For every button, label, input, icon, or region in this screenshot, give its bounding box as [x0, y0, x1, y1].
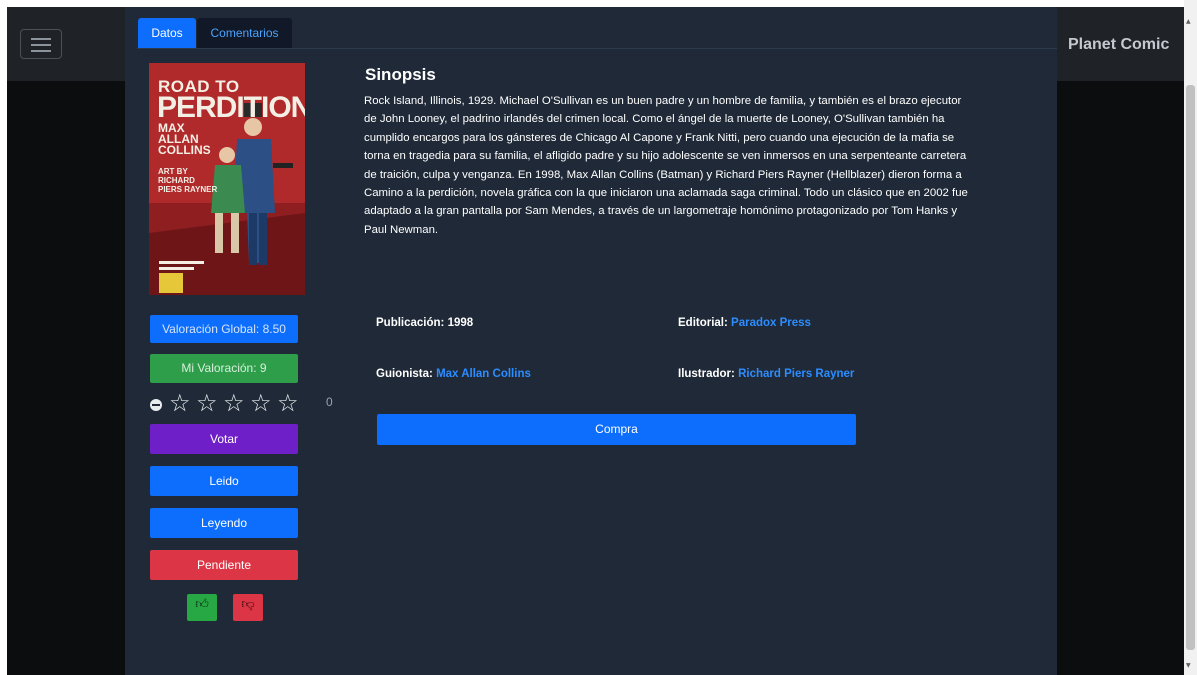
vote-button[interactable]: Votar	[150, 424, 298, 454]
cover-title-line2: PERDITION	[157, 91, 305, 124]
menu-icon-bar	[31, 44, 51, 46]
publication-label: Publicación: 1998	[376, 317, 474, 329]
star-icon-5[interactable]: ☆	[277, 391, 299, 415]
buy-button[interactable]: Compra	[377, 414, 856, 445]
menu-toggle-button[interactable]	[20, 29, 62, 59]
illustrator-info: Ilustrador: Richard Piers Rayner	[678, 368, 854, 380]
brand-logo[interactable]: Planet Comic	[1068, 36, 1169, 54]
writer-label: Guionista:	[376, 368, 433, 380]
comic-cover-image: ROAD TO PERDITION MAX ALLAN COLLINS ART …	[149, 63, 305, 295]
scroll-down-icon[interactable]: ▼	[1186, 662, 1191, 669]
page-scrollbar[interactable]: ▲ ▼	[1184, 0, 1197, 675]
star-icon-1[interactable]: ☆	[169, 391, 191, 415]
dislike-button[interactable]: 👎︎	[233, 594, 263, 621]
comic-detail-modal: Datos Comentarios ROAD TO PERDITION MAX …	[125, 7, 1057, 675]
publisher-link[interactable]: Paradox Press	[731, 317, 811, 329]
writer-info: Guionista: Max Allan Collins	[376, 368, 531, 380]
tabs-divider	[137, 48, 1057, 49]
reading-button[interactable]: Leyendo	[150, 508, 298, 538]
writer-link[interactable]: Max Allan Collins	[436, 368, 531, 380]
my-rating-button[interactable]: Mi Valoración: 9	[150, 354, 298, 383]
rating-count: 0	[326, 395, 333, 409]
thumbs-up-icon: 👍︎	[195, 597, 209, 612]
scroll-up-icon[interactable]: ▲	[1186, 18, 1191, 25]
clear-rating-icon[interactable]	[150, 399, 162, 411]
star-icon-3[interactable]: ☆	[223, 391, 245, 415]
star-icon-2[interactable]: ☆	[196, 391, 218, 415]
synopsis-text: Rock Island, Illinois, 1929. Michael O'S…	[364, 95, 968, 236]
read-button[interactable]: Leido	[150, 466, 298, 496]
global-rating-button[interactable]: Valoración Global: 8.50	[150, 315, 298, 343]
menu-icon	[31, 38, 51, 40]
menu-icon-bar	[31, 50, 51, 52]
star-icon-4[interactable]: ☆	[250, 391, 272, 415]
scrollbar-thumb[interactable]	[1186, 85, 1195, 650]
tab-datos[interactable]: Datos	[138, 18, 196, 48]
cover-author: MAX ALLAN COLLINS	[158, 121, 211, 157]
cover-artist: ART BY RICHARD PIERS RAYNER	[158, 167, 218, 194]
pending-button[interactable]: Pendiente	[150, 550, 298, 580]
thumbs-down-icon: 👎︎	[241, 597, 255, 612]
like-button[interactable]: 👍︎	[187, 594, 217, 621]
illustrator-label: Ilustrador:	[678, 368, 735, 380]
publisher-label: Editorial:	[678, 317, 728, 329]
publication-year: Publicación: 1998	[376, 317, 473, 329]
illustrator-link[interactable]: Richard Piers Rayner	[738, 368, 854, 380]
publisher-info: Editorial: Paradox Press	[678, 317, 811, 329]
tab-comentarios[interactable]: Comentarios	[197, 18, 292, 48]
synopsis-title: Sinopsis	[365, 65, 436, 84]
